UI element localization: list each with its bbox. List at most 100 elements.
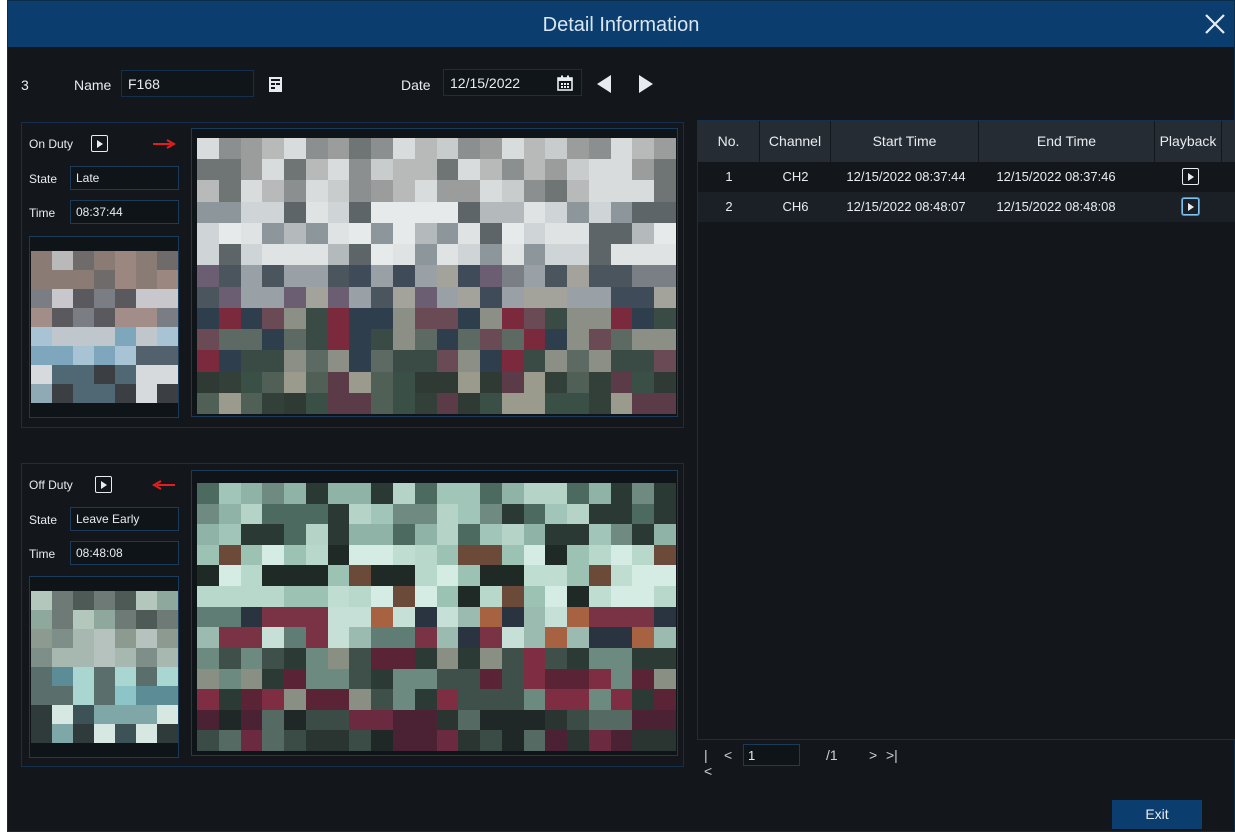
detail-information-dialog: Detail Information 3 Name F168 Date 12/1…	[7, 0, 1235, 832]
mosaic-block	[218, 138, 241, 160]
mosaic-block	[458, 503, 481, 525]
mosaic-block	[654, 392, 676, 414]
table-row[interactable]: 2 CH6 12/15/2022 08:48:07 12/15/2022 08:…	[698, 192, 1235, 222]
mosaic-block	[501, 201, 524, 223]
mosaic-block	[654, 329, 676, 351]
mosaic-block	[371, 265, 393, 287]
mosaic-block	[157, 346, 178, 365]
mosaic-block	[73, 327, 94, 346]
off-duty-panel: Off Duty State Leave Early Time 08:48:08	[21, 463, 684, 767]
mosaic-block	[197, 606, 219, 628]
mosaic-block	[392, 138, 415, 160]
mosaic-block	[414, 371, 437, 393]
mosaic-block	[218, 668, 241, 690]
mosaic-block	[480, 222, 502, 245]
mosaic-block	[545, 371, 568, 393]
table-row[interactable]: 1 CH2 12/15/2022 08:37:44 12/15/2022 08:…	[698, 162, 1235, 192]
mosaic-block	[136, 610, 157, 629]
mosaic-block	[480, 730, 502, 751]
mosaic-block	[31, 270, 52, 289]
mosaic-block	[545, 586, 568, 607]
mosaic-block	[197, 350, 219, 372]
mosaic-block	[115, 667, 136, 686]
mosaic-block	[480, 524, 502, 545]
mosaic-block	[414, 647, 437, 669]
mosaic-block	[73, 346, 94, 365]
mosaic-block	[73, 308, 94, 327]
mosaic-block	[136, 327, 157, 346]
mosaic-block	[349, 544, 372, 566]
mosaic-block	[458, 586, 481, 607]
mosaic-block	[327, 483, 350, 504]
mosaic-block	[523, 201, 546, 223]
mosaic-block	[262, 586, 285, 607]
mosaic-block	[371, 483, 393, 504]
mosaic-block	[349, 586, 372, 607]
next-page-button[interactable]: >	[869, 747, 877, 763]
mosaic-block	[197, 392, 219, 414]
mosaic-block	[157, 251, 178, 270]
playback-icon[interactable]	[1182, 168, 1199, 185]
mosaic-block	[197, 544, 219, 566]
mosaic-block	[240, 544, 263, 566]
mosaic-block	[136, 289, 157, 308]
playback-icon[interactable]	[1182, 198, 1199, 215]
name-field[interactable]: F168	[121, 70, 254, 97]
mosaic-block	[262, 483, 285, 504]
date-field[interactable]: 12/15/2022	[443, 69, 582, 96]
page-number-input[interactable]: 1	[743, 744, 800, 766]
mosaic-block	[654, 180, 676, 202]
mosaic-block	[240, 180, 263, 202]
mosaic-block	[610, 689, 633, 710]
off-duty-scene-snapshot	[197, 483, 676, 751]
next-date-icon[interactable]	[637, 74, 655, 94]
mosaic-block	[349, 627, 372, 648]
mosaic-block	[371, 392, 393, 414]
on-duty-play-icon[interactable]	[91, 135, 108, 152]
mosaic-block	[480, 668, 502, 690]
mosaic-block	[197, 483, 219, 504]
mosaic-block	[31, 346, 52, 365]
mosaic-block	[480, 180, 502, 202]
off-duty-play-icon[interactable]	[95, 476, 112, 493]
mosaic-block	[197, 524, 219, 545]
page-total: /1	[826, 747, 838, 763]
mosaic-block	[94, 251, 115, 270]
mosaic-block	[458, 483, 481, 504]
mosaic-block	[458, 201, 481, 223]
mosaic-block	[654, 350, 676, 372]
on-duty-time-label: Time	[29, 206, 56, 220]
mosaic-block	[115, 384, 136, 403]
card-icon[interactable]	[268, 76, 283, 93]
mosaic-block	[240, 647, 263, 669]
mosaic-block	[52, 610, 73, 629]
mosaic-block	[610, 329, 633, 351]
mosaic-block	[567, 503, 589, 525]
mosaic-block	[305, 709, 328, 731]
mosaic-block	[305, 307, 328, 330]
mosaic-block	[480, 201, 502, 223]
prev-page-button[interactable]: <	[724, 747, 732, 763]
mosaic-block	[610, 265, 633, 287]
previous-date-icon[interactable]	[595, 74, 613, 94]
mosaic-block	[632, 668, 655, 690]
last-page-button[interactable]: >|	[886, 747, 898, 763]
mosaic-block	[632, 286, 655, 308]
first-page-button[interactable]: |<	[704, 747, 712, 779]
mosaic-block	[523, 265, 546, 287]
mosaic-block	[458, 689, 481, 710]
mosaic-block	[610, 392, 633, 414]
mosaic-block	[436, 138, 459, 160]
mosaic-block	[458, 730, 481, 751]
mosaic-block	[480, 371, 502, 393]
mosaic-block	[284, 627, 306, 648]
mosaic-block	[414, 730, 437, 751]
record-index: 3	[21, 77, 29, 93]
mosaic-block	[262, 606, 285, 628]
exit-button[interactable]: Exit	[1112, 800, 1202, 829]
mosaic-block	[305, 565, 328, 587]
mosaic-block	[501, 544, 524, 566]
close-icon[interactable]	[1202, 11, 1228, 37]
calendar-icon[interactable]	[557, 75, 573, 91]
mosaic-block	[392, 244, 415, 266]
